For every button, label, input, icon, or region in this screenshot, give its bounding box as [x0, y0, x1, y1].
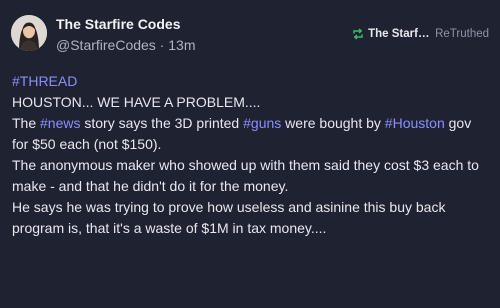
avatar[interactable]: [11, 15, 47, 51]
paragraph-3: The anonymous maker who showed up with t…: [12, 157, 479, 194]
hashtag-news[interactable]: #news: [40, 115, 80, 131]
post-card: The Starfire Codes @StarfireCodes · 13m …: [0, 0, 500, 308]
post-content: #THREAD HOUSTON... WE HAVE A PROBLEM....…: [12, 71, 490, 239]
text-fragment: were bought by: [281, 115, 385, 131]
author-display-name[interactable]: The Starfire Codes: [56, 16, 196, 33]
author-meta: @StarfireCodes · 13m: [56, 36, 196, 55]
avatar-image: [11, 15, 47, 51]
retruth-by-name[interactable]: The Starfir...: [368, 28, 430, 40]
hashtag-houston[interactable]: #Houston: [385, 115, 445, 131]
paragraph-hashtag: #THREAD: [12, 71, 490, 92]
paragraph-1: HOUSTON... WE HAVE A PROBLEM....: [12, 94, 261, 110]
hashtag-thread[interactable]: #THREAD: [12, 73, 77, 89]
author-handle[interactable]: @StarfireCodes: [56, 37, 156, 53]
retruth-label: ReTruthed: [435, 28, 489, 40]
hashtag-guns[interactable]: #guns: [243, 115, 281, 131]
post-time[interactable]: 13m: [168, 37, 195, 53]
meta-separator: ·: [155, 37, 169, 53]
retweet-icon: [353, 28, 363, 40]
text-fragment: The: [12, 115, 41, 131]
author-block: The Starfire Codes @StarfireCodes · 13m: [56, 16, 196, 55]
text-fragment: story says the 3D printed: [80, 115, 244, 131]
retruth-indicator: The Starfir... ReTruthed: [352, 28, 489, 40]
paragraph-4: He says he was trying to prove how usele…: [12, 199, 446, 236]
paragraph-2: The #news story says the 3D printed #gun…: [12, 113, 490, 155]
